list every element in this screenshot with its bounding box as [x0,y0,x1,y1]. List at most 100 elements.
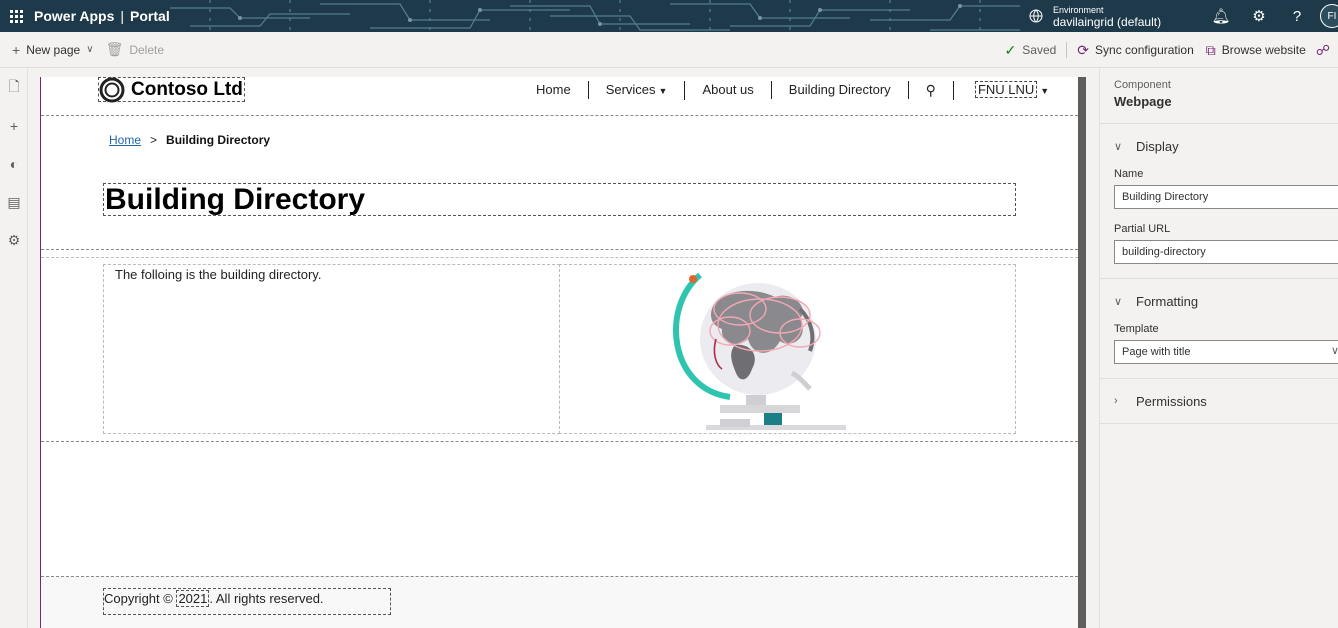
template-select[interactable]: Page with title ∨ [1114,340,1338,364]
chevron-down-icon: ∨ [86,44,94,55]
gear-icon: ⚙ [1252,8,1266,25]
settings-rail-button[interactable]: ⚙ [0,221,28,259]
breadcrumb: Home > Building Directory [109,133,270,147]
gear-icon: ⚙ [7,231,21,248]
nav-services-label: Services [605,81,656,97]
templates-button[interactable]: ▤ [0,183,28,221]
template-icon: ▤ [7,193,21,210]
environment-picker[interactable]: Environment davilaingrid (default) [1028,0,1161,32]
chevron-right-icon: › [1114,395,1118,407]
permissions-header: Permissions [1136,393,1207,409]
pages-button[interactable]: 🗋︎ [0,69,28,107]
body-text: The folloing is the building directory. [115,267,322,282]
nav-search[interactable]: ⚲ [909,80,954,100]
delete-button[interactable]: 🗑︎ Delete [100,32,170,68]
bell-icon: 🔔︎ [1211,8,1231,25]
left-rail: 🗋︎ + ◐ ▤ ⚙ [0,69,28,628]
help-button[interactable]: ? [1278,0,1316,32]
browse-website-button[interactable]: ⧉ Browse website [1200,32,1312,68]
site-nav: Home Services ▼ About us Building Directo… [519,79,1066,101]
breadcrumb-current: Building Directory [166,133,271,147]
name-field[interactable]: Building Directory [1114,185,1338,209]
new-page-label: New page [26,42,81,57]
breadcrumb-separator: > [150,133,158,147]
plus-icon: + [9,118,19,134]
display-section: ∨ Display Name Building Directory Partia… [1100,124,1338,279]
component-label: Component [1114,79,1171,91]
environment-icon [1029,9,1043,23]
themes-button[interactable]: ◐ [0,145,28,183]
help-icon: ? [1292,7,1302,25]
chevron-down-icon: ∨ [1114,140,1123,153]
component-type: Webpage [1114,94,1172,109]
page-title-container[interactable]: Building Directory [103,183,1016,216]
nav-user-menu[interactable]: FNU LNU ▼ [954,80,1066,100]
caret-down-icon: ▼ [658,85,668,96]
site-logo[interactable]: Contoso Ltd [98,77,245,102]
nav-home[interactable]: Home [519,81,589,99]
palette-icon: ◐ [9,156,19,172]
trash-icon: 🗑︎ [105,41,124,57]
permissions-section: › Permissions [1100,379,1338,424]
properties-header: Component Webpage [1100,69,1338,124]
app-name[interactable]: Power Apps [34,8,114,24]
avatar[interactable]: FI [1320,4,1338,28]
plus-icon: + [12,41,21,58]
command-divider [1066,42,1068,58]
globe-illustration [673,272,846,430]
site-footer[interactable]: Copyright © 2021. All rights reserved. [41,576,1078,628]
person-icon: ☍ [1315,41,1330,58]
display-section-toggle[interactable]: ∨ Display [1114,124,1338,168]
title-separator: | [120,8,125,24]
image-column[interactable] [559,264,1016,434]
page-title: Building Directory [105,183,366,216]
sync-configuration-button[interactable]: ⟳ Sync configuration [1071,32,1199,68]
breadcrumb-home-link[interactable]: Home [109,133,141,147]
components-button[interactable]: + [0,107,28,145]
partial-url-label: Partial URL [1114,223,1171,235]
text-column[interactable]: The folloing is the building directory. [103,264,560,434]
checkmark-icon: ✓ [1004,41,1017,58]
share-button[interactable]: ☍ [1312,32,1338,68]
chevron-down-icon: ∨ [1330,345,1338,357]
search-icon: ⚲ [925,81,936,98]
app-title: Power Apps | Portal [34,8,170,24]
site-header[interactable]: Contoso Ltd Home Services ▼ About us Buil… [41,77,1078,116]
canvas-scrollbar[interactable] [1078,77,1086,628]
display-header: Display [1136,138,1179,154]
page-canvas[interactable]: Contoso Ltd Home Services ▼ About us Buil… [40,77,1086,628]
template-label: Template [1114,323,1159,335]
waffle-icon [9,9,23,23]
section-inner-border [41,257,1078,258]
app-launcher-button[interactable] [0,0,32,32]
formatting-header: Formatting [1136,293,1199,309]
formatting-section-toggle[interactable]: ∨ Formatting [1114,279,1338,323]
environment-name: davilaingrid (default) [1053,15,1162,29]
content-section[interactable]: The folloing is the building directory. [41,249,1078,442]
saved-status: ✓ Saved [999,32,1063,68]
partial-url-field[interactable]: building-directory [1114,240,1338,264]
nav-about[interactable]: About us [685,81,772,99]
copyright-year: 2021 [176,590,210,607]
sync-label: Sync configuration [1095,43,1194,57]
app-section: Portal [130,8,170,24]
copyright-suffix: . All rights reserved. [209,591,324,606]
circuit-background [170,0,1020,32]
app-header: Power Apps | Portal Environment davilaingr… [0,0,1338,32]
copyright-text[interactable]: Copyright © 2021. All rights reserved. [103,588,391,615]
logo-text: Contoso Ltd [131,78,243,100]
chevron-down-icon: ∨ [1114,295,1123,308]
nav-building-directory[interactable]: Building Directory [772,81,909,99]
template-value: Page with title [1122,346,1191,358]
formatting-section: ∨ Formatting Template Page with title ∨ [1100,279,1338,379]
caret-down-icon: ▼ [1040,85,1050,96]
nav-services[interactable]: Services ▼ [589,80,686,100]
delete-label: Delete [129,42,165,57]
properties-panel: Component Webpage ∨ Display Name Buildin… [1099,69,1338,628]
notifications-button[interactable]: 🔔︎ [1202,0,1240,32]
saved-label: Saved [1022,43,1057,57]
permissions-section-toggle[interactable]: › Permissions [1114,379,1338,423]
sync-icon: ⟳ [1077,41,1090,58]
new-page-button[interactable]: + New page ∨ [6,32,100,68]
settings-button[interactable]: ⚙ [1240,0,1278,32]
